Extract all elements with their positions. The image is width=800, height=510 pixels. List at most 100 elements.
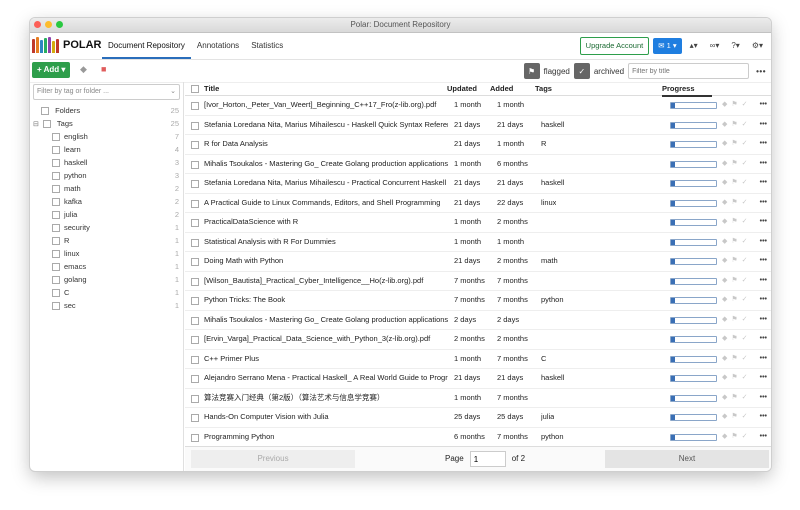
tag-item[interactable]: english 7 <box>30 130 183 143</box>
row-more-icon[interactable]: ••• <box>760 213 767 232</box>
tag-icon[interactable]: ◆ <box>722 389 727 408</box>
row-more-icon[interactable]: ••• <box>760 291 767 310</box>
row-title[interactable]: [Ivor_Horton,_Peter_Van_Weert]_Beginning… <box>204 96 448 115</box>
table-row[interactable]: Programming Python 6 months 7 months python… <box>185 428 771 447</box>
chevron-down-icon[interactable]: ⌄ <box>170 85 176 99</box>
tag-icon[interactable]: ◆ <box>722 233 727 252</box>
tag-item[interactable]: sec 1 <box>30 299 183 312</box>
row-checkbox[interactable] <box>191 238 199 247</box>
row-checkbox[interactable] <box>191 414 199 422</box>
flag-icon[interactable]: ⚑ <box>731 233 737 252</box>
row-checkbox[interactable] <box>191 375 199 383</box>
archive-check-icon[interactable]: ✓ <box>742 369 748 388</box>
archive-check-icon[interactable]: ✓ <box>742 233 748 252</box>
row-title[interactable]: Hands-On Computer Vision with Julia <box>204 408 448 427</box>
row-title[interactable]: Python Tricks: The Book <box>204 291 448 310</box>
row-more-icon[interactable]: ••• <box>760 96 767 115</box>
row-more-icon[interactable]: ••• <box>760 272 767 291</box>
next-page-button[interactable]: Next <box>605 450 769 468</box>
row-title[interactable]: Programming Python <box>204 428 448 447</box>
previous-page-button[interactable]: Previous <box>191 450 355 468</box>
table-row[interactable]: 算法竞赛入门经典（第2版）（算法艺术与信息学竞赛） 1 month 7 months… <box>185 389 771 408</box>
tag-icon[interactable]: ◆ <box>722 408 727 427</box>
column-updated[interactable]: Updated <box>447 82 477 95</box>
tag-checkbox[interactable] <box>52 198 60 207</box>
tag-item[interactable]: linux 1 <box>30 247 183 260</box>
tag-icon[interactable]: ◆ <box>722 272 727 291</box>
row-more-icon[interactable]: ••• <box>760 194 767 213</box>
flag-icon[interactable]: ⚑ <box>731 408 737 427</box>
archive-check-icon[interactable]: ✓ <box>742 174 748 193</box>
row-checkbox[interactable] <box>191 121 199 130</box>
row-title[interactable]: [Wilson_Bautista]_Practical_Cyber_Intell… <box>204 272 448 291</box>
title-filter-input[interactable] <box>628 63 750 79</box>
row-more-icon[interactable]: ••• <box>760 428 767 447</box>
row-checkbox[interactable] <box>191 199 199 208</box>
tags-node[interactable]: ⊟ Tags 25 <box>30 117 183 130</box>
tag-checkbox[interactable] <box>52 250 60 259</box>
tab-statistics[interactable]: Statistics <box>245 33 289 59</box>
tab-annotations[interactable]: Annotations <box>191 33 245 59</box>
column-title[interactable]: Title <box>204 82 219 95</box>
tag-folder-filter-input[interactable]: Filter by tag or folder ... ⌄ <box>33 84 180 100</box>
archive-check-icon[interactable]: ✓ <box>742 389 748 408</box>
settings-menu-icon[interactable]: ⚙▾ <box>748 38 767 54</box>
row-checkbox[interactable] <box>191 141 199 149</box>
row-title[interactable]: Doing Math with Python <box>204 252 448 271</box>
table-row[interactable]: Statistical Analysis with R For Dummies 1… <box>185 233 771 252</box>
archive-check-icon[interactable]: ✓ <box>742 330 748 349</box>
tag-item[interactable]: haskell 3 <box>30 156 183 169</box>
tag-checkbox[interactable] <box>52 237 60 246</box>
trash-icon[interactable]: ■ <box>101 64 106 74</box>
flag-icon[interactable]: ⚑ <box>731 135 737 154</box>
tag-item[interactable]: emacs 1 <box>30 260 183 273</box>
flag-icon[interactable]: ⚑ <box>731 155 737 174</box>
archive-check-icon[interactable]: ✓ <box>742 272 748 291</box>
help-menu-icon[interactable]: ?▾ <box>727 38 743 54</box>
table-row[interactable]: [Wilson_Bautista]_Practical_Cyber_Intell… <box>185 272 771 291</box>
tag-item[interactable]: python 3 <box>30 169 183 182</box>
link-menu-icon[interactable]: ∞▾ <box>706 38 724 54</box>
maximize-window-button[interactable] <box>56 21 63 28</box>
folders-node[interactable]: Folders 25 <box>30 104 183 117</box>
table-row[interactable]: Hands-On Computer Vision with Julia 25 da… <box>185 408 771 428</box>
table-row[interactable]: Stefania Loredana Nita, Marius Mihailesc… <box>185 174 771 194</box>
page-number-input[interactable] <box>469 451 506 467</box>
row-checkbox[interactable] <box>191 102 199 110</box>
tag-item[interactable]: learn 4 <box>30 143 183 156</box>
row-checkbox[interactable] <box>191 394 199 403</box>
tag-checkbox[interactable] <box>52 185 60 194</box>
archive-check-icon[interactable]: ✓ <box>742 350 748 369</box>
messages-button[interactable]: ✉ 1 ▾ <box>653 38 682 54</box>
row-checkbox[interactable] <box>191 219 199 227</box>
tag-icon[interactable]: ◆ <box>722 252 727 271</box>
row-checkbox[interactable] <box>191 297 199 305</box>
row-more-icon[interactable]: ••• <box>760 408 767 427</box>
table-row[interactable]: A Practical Guide to Linux Commands, Edi… <box>185 194 771 213</box>
row-more-icon[interactable]: ••• <box>760 174 767 193</box>
row-more-icon[interactable]: ••• <box>760 330 767 349</box>
row-more-icon[interactable]: ••• <box>760 369 767 388</box>
tag-item[interactable]: kafka 2 <box>30 195 183 208</box>
tag-icon[interactable]: ◆ <box>722 174 727 193</box>
flag-icon[interactable]: ⚑ <box>731 194 737 213</box>
row-title[interactable]: Stefania Loredana Nita, Marius Mihailesc… <box>204 174 448 193</box>
tag-icon[interactable]: ◆ <box>722 428 727 447</box>
tags-checkbox[interactable] <box>42 120 51 129</box>
flag-icon[interactable]: ⚑ <box>731 96 737 115</box>
table-row[interactable]: Alejandro Serrano Mena - Practical Haske… <box>185 369 771 389</box>
archive-check-icon[interactable]: ✓ <box>742 408 748 427</box>
flag-icon[interactable]: ⚑ <box>731 330 737 349</box>
tag-item[interactable]: math 2 <box>30 182 183 195</box>
table-row[interactable]: Stefania Loredana Nita, Marius Mihailesc… <box>185 116 771 135</box>
tag-checkbox[interactable] <box>52 302 60 311</box>
tag-checkbox[interactable] <box>52 133 60 142</box>
archive-check-icon[interactable]: ✓ <box>742 213 748 232</box>
row-checkbox[interactable] <box>191 258 199 266</box>
table-row[interactable]: R for Data Analysis 21 days 1 month R ◆ ⚑ ✓ ••• <box>185 135 771 155</box>
row-more-icon[interactable]: ••• <box>760 350 767 369</box>
archive-check-icon[interactable]: ✓ <box>742 311 748 330</box>
archive-check-icon[interactable]: ✓ <box>742 194 748 213</box>
tag-icon[interactable]: ◆ <box>722 311 727 330</box>
tag-icon[interactable]: ◆ <box>80 64 87 75</box>
